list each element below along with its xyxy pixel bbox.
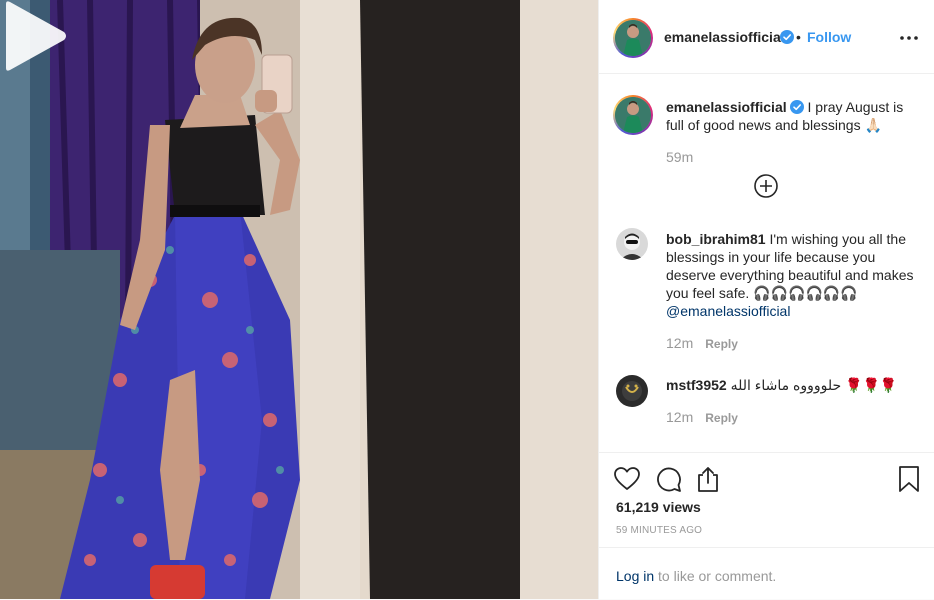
login-bar: Log in to like or comment. xyxy=(599,547,934,600)
profile-photo-icon xyxy=(615,20,651,56)
share-icon[interactable] xyxy=(694,465,722,493)
comment-text-block: mstf3952 حلووووه ماشاء الله 🌹🌹🌹 xyxy=(666,376,924,394)
caption-username[interactable]: emanelassiofficial xyxy=(666,99,787,115)
comment-time[interactable]: 12m xyxy=(666,335,693,351)
heart-icon[interactable] xyxy=(613,465,641,493)
header-separator: • xyxy=(796,29,801,45)
comment-time[interactable]: 12m xyxy=(666,409,693,425)
play-icon[interactable] xyxy=(0,0,68,72)
comments-list[interactable]: emanelassiofficial I pray August is full… xyxy=(599,75,934,451)
profile-photo-icon xyxy=(615,97,651,133)
author-username[interactable]: emanelassiofficial xyxy=(664,29,785,45)
caption-avatar[interactable] xyxy=(613,95,653,135)
post-video[interactable] xyxy=(0,0,598,599)
video-frame xyxy=(0,0,598,599)
comment-text-block: bob_ibrahim81 I'm wishing you all the bl… xyxy=(666,230,924,320)
comment-icon[interactable] xyxy=(654,465,682,493)
comment-mention[interactable]: @emanelassiofficial xyxy=(666,303,790,319)
login-link[interactable]: Log in xyxy=(616,568,654,584)
login-suffix: to like or comment. xyxy=(654,568,777,584)
instagram-post: emanelassiofficial • Follow emanelassiof… xyxy=(0,0,934,599)
post-timestamp[interactable]: 59 MINUTES AGO xyxy=(616,525,702,536)
follow-button[interactable]: Follow xyxy=(807,29,851,45)
caption-time[interactable]: 59m xyxy=(666,149,693,165)
caption-text-block: emanelassiofficial I pray August is full… xyxy=(666,98,924,134)
reply-button[interactable]: Reply xyxy=(705,337,738,351)
profile-photo-icon xyxy=(616,375,648,407)
post-details-panel: emanelassiofficial • Follow emanelassiof… xyxy=(598,0,934,599)
plus-circle-icon[interactable] xyxy=(753,173,779,199)
post-header: emanelassiofficial • Follow xyxy=(599,0,934,74)
post-actions: 61,219 views 59 MINUTES AGO Log in to li… xyxy=(599,452,934,599)
comment-meta: 12m Reply xyxy=(666,409,738,425)
comment-meta: 12m Reply xyxy=(666,335,738,351)
verified-badge-icon xyxy=(789,100,804,114)
bookmark-icon[interactable] xyxy=(895,465,923,493)
ellipsis-icon[interactable] xyxy=(897,28,921,48)
commenter-avatar[interactable] xyxy=(616,375,648,407)
reply-button[interactable]: Reply xyxy=(705,411,738,425)
comment-text: حلووووه ماشاء الله 🌹🌹🌹 xyxy=(730,377,898,393)
profile-photo-icon xyxy=(616,228,648,260)
commenter-avatar[interactable] xyxy=(616,228,648,260)
author-avatar[interactable] xyxy=(613,18,653,58)
comment-username[interactable]: bob_ibrahim81 xyxy=(666,231,766,247)
view-count[interactable]: 61,219 views xyxy=(616,499,701,515)
login-prompt: Log in to like or comment. xyxy=(616,568,776,584)
verified-badge-icon xyxy=(780,30,794,44)
comment-username[interactable]: mstf3952 xyxy=(666,377,727,393)
